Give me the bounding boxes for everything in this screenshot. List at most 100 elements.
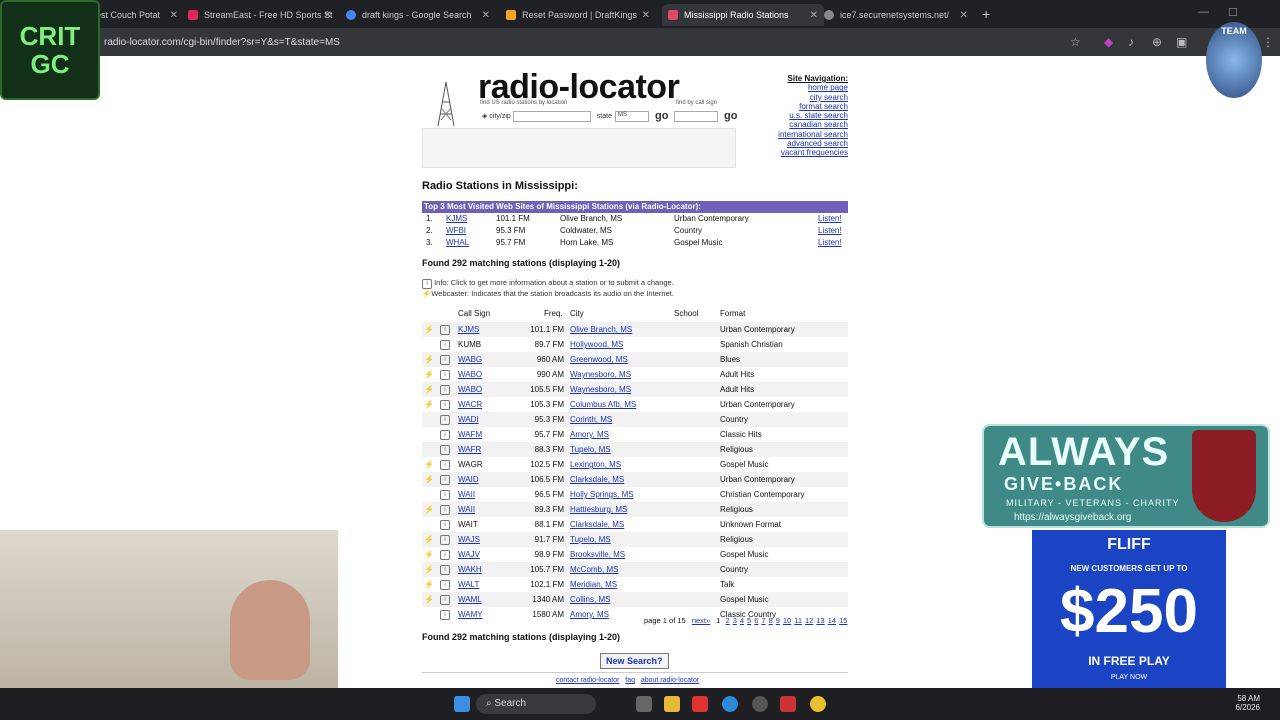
page-link[interactable]: 7 xyxy=(761,616,765,625)
city-link[interactable]: Clarksdale, MS xyxy=(570,475,624,484)
city-link[interactable]: Hollywood, MS xyxy=(570,340,623,349)
state-select[interactable]: MS xyxy=(614,110,649,122)
nav-link[interactable]: international search xyxy=(760,130,848,139)
call-sign[interactable]: WAID xyxy=(458,475,479,484)
task-view-icon[interactable] xyxy=(636,696,652,712)
page-link[interactable]: 5 xyxy=(747,616,751,625)
webcaster-icon[interactable]: ⚡ xyxy=(424,505,434,514)
city-link[interactable]: Greenwood, MS xyxy=(570,355,628,364)
info-icon[interactable]: i xyxy=(440,460,450,470)
page-link[interactable]: 4 xyxy=(740,616,744,625)
city-link[interactable]: Tupelo, MS xyxy=(570,445,611,454)
city-link[interactable]: Clarksdale, MS xyxy=(570,520,624,529)
info-icon[interactable]: i xyxy=(440,385,450,395)
callsign-input[interactable] xyxy=(674,110,718,122)
call-sign[interactable]: WADI xyxy=(458,415,479,424)
steam-icon[interactable] xyxy=(752,696,768,712)
page-link[interactable]: 12 xyxy=(805,616,813,625)
info-icon[interactable]: i xyxy=(440,550,450,560)
tab-streameast[interactable]: StreamEast - Free HD Sports St ✕ xyxy=(188,4,338,26)
tab-mississippi-radio[interactable]: Mississippi Radio Stations ✕ xyxy=(662,4,824,26)
city-link[interactable]: Meridian, MS xyxy=(570,580,617,589)
close-icon[interactable]: ✕ xyxy=(324,10,332,21)
info-icon[interactable]: i xyxy=(440,535,450,545)
top-3-listen[interactable]: Listen! xyxy=(818,238,842,247)
city-link[interactable]: Collins, MS xyxy=(570,595,610,604)
page-link[interactable]: 6 xyxy=(754,616,758,625)
chrome-icon[interactable] xyxy=(810,696,826,712)
webcaster-icon[interactable]: ⚡ xyxy=(424,475,434,484)
close-icon[interactable]: ✕ xyxy=(810,10,818,21)
city-link[interactable]: Brooksville, MS xyxy=(570,550,625,559)
app-icon[interactable] xyxy=(692,696,708,712)
page-link[interactable]: 14 xyxy=(828,616,836,625)
webcaster-icon[interactable]: ⚡ xyxy=(424,460,434,469)
webcaster-icon[interactable]: ⚡ xyxy=(424,550,434,559)
taskbar-search[interactable]: ⌕ Search xyxy=(476,694,596,714)
new-search-button[interactable]: New Search? xyxy=(600,653,669,669)
city-link[interactable]: Waynesboro, MS xyxy=(570,385,631,394)
page-link[interactable]: 11 xyxy=(794,616,802,625)
webcaster-icon[interactable]: ⚡ xyxy=(424,325,434,334)
nav-link[interactable]: advanced search xyxy=(760,139,848,148)
call-sign[interactable]: WACR xyxy=(458,400,482,409)
info-icon[interactable]: i xyxy=(440,355,450,365)
tab-google-search[interactable]: draft kings - Google Search ✕ xyxy=(346,4,496,26)
info-icon[interactable]: i xyxy=(440,370,450,380)
page-link[interactable]: 9 xyxy=(776,616,780,625)
webcaster-icon[interactable]: ⚡ xyxy=(424,370,434,379)
play-now-button[interactable]: PLAY NOW xyxy=(1032,674,1226,681)
webcaster-icon[interactable]: ⚡ xyxy=(424,565,434,574)
webcaster-icon[interactable]: ⚡ xyxy=(424,580,434,589)
extension-icon[interactable]: ◆ xyxy=(1104,35,1113,49)
city-link[interactable]: Tupelo, MS xyxy=(570,535,611,544)
tab-securenet[interactable]: ice7.securenetsystems.net/✕ xyxy=(824,4,974,26)
go-button-callsign[interactable]: go xyxy=(724,110,737,122)
info-icon[interactable]: i xyxy=(440,595,450,605)
city-link[interactable]: Hattiesburg, MS xyxy=(570,505,627,514)
call-sign[interactable]: WAJV xyxy=(458,550,480,559)
webcaster-icon[interactable]: ⚡ xyxy=(424,400,434,409)
about-link[interactable]: about radio-locator xyxy=(641,677,699,684)
page-link[interactable]: 3 xyxy=(733,616,737,625)
nav-link[interactable]: canadian search xyxy=(760,120,848,129)
minimize-icon[interactable]: — xyxy=(1198,6,1209,18)
top-3-listen[interactable]: Listen! xyxy=(818,214,842,223)
speaker-icon[interactable]: ♪ xyxy=(1128,35,1134,49)
city-link[interactable]: Columbus Afb, MS xyxy=(570,400,636,409)
contact-link[interactable]: contact radio-locator xyxy=(556,677,619,684)
menu-kebab-icon[interactable]: ⋮ xyxy=(1262,35,1274,49)
close-icon[interactable]: ✕ xyxy=(482,10,490,21)
page-link[interactable]: 15 xyxy=(839,616,847,625)
info-icon[interactable]: i xyxy=(440,430,450,440)
webcaster-icon[interactable]: ⚡ xyxy=(424,355,434,364)
top-3-call[interactable]: KJMS xyxy=(446,214,467,223)
page-link[interactable]: 10 xyxy=(783,616,791,625)
tab-draftkings[interactable]: Reset Password | DraftKings ✕ xyxy=(506,4,656,26)
info-icon[interactable]: i xyxy=(440,580,450,590)
url-field[interactable]: radio-locator.com/cgi-bin/finder?sr=Y&s=… xyxy=(104,37,340,48)
info-icon[interactable]: i xyxy=(440,325,450,335)
extensions-puzzle-icon[interactable]: ⊕ xyxy=(1152,35,1162,49)
top-3-listen[interactable]: Listen! xyxy=(818,226,842,235)
edge-icon[interactable] xyxy=(722,696,738,712)
sidebar-icon[interactable]: ▣ xyxy=(1176,35,1187,49)
city-link[interactable]: Amory, MS xyxy=(570,610,609,619)
system-clock[interactable]: 58 AM 6/2026 xyxy=(1236,694,1260,712)
page-link[interactable]: 2 xyxy=(726,616,730,625)
tab-couch-potato[interactable]: Best Couch Potat ✕ xyxy=(90,4,184,26)
faq-link[interactable]: faq xyxy=(625,677,635,684)
bookmark-star-icon[interactable]: ☆ xyxy=(1070,35,1081,49)
info-icon[interactable]: i xyxy=(440,505,450,515)
call-sign[interactable]: WABO xyxy=(458,385,482,394)
call-sign[interactable]: WAFR xyxy=(458,445,481,454)
info-icon[interactable]: i xyxy=(440,520,450,530)
city-link[interactable]: Holly Springs, MS xyxy=(570,490,634,499)
nav-link[interactable]: home page xyxy=(760,83,848,92)
call-sign[interactable]: WAMY xyxy=(458,610,483,619)
call-sign[interactable]: KJMS xyxy=(458,325,479,334)
webcaster-icon[interactable]: ⚡ xyxy=(424,535,434,544)
call-sign[interactable]: WAKH xyxy=(458,565,482,574)
city-link[interactable]: Waynesboro, MS xyxy=(570,370,631,379)
call-sign[interactable]: WAII xyxy=(458,505,475,514)
